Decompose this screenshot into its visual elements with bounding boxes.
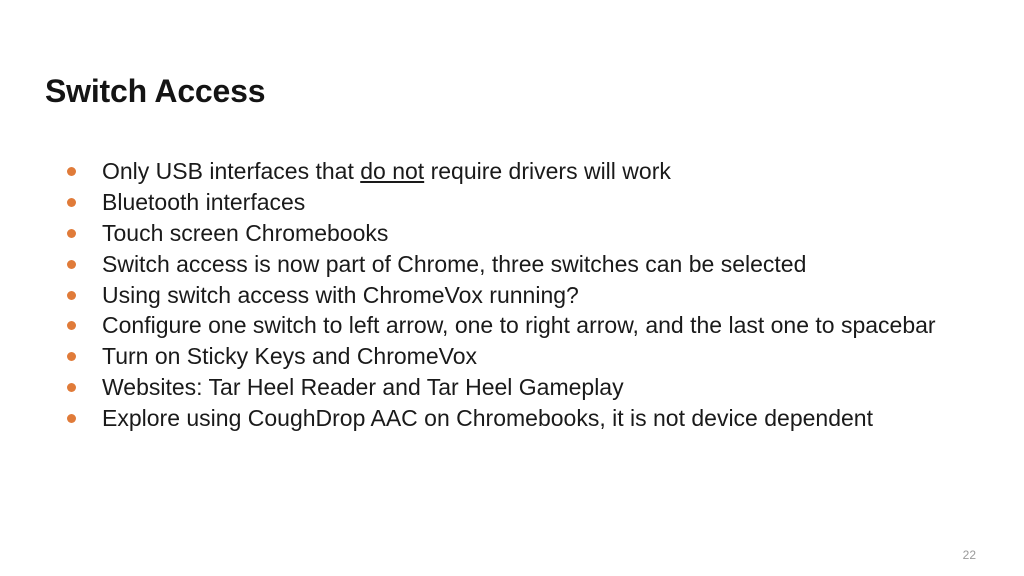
list-item-label: Bluetooth interfaces <box>102 187 993 218</box>
list-item-label: Websites: Tar Heel Reader and Tar Heel G… <box>102 372 993 403</box>
list-item: Touch screen Chromebooks <box>63 218 993 249</box>
page-title: Switch Access <box>45 73 266 110</box>
list-item: Websites: Tar Heel Reader and Tar Heel G… <box>63 372 993 403</box>
list-item: Configure one switch to left arrow, one … <box>63 310 993 341</box>
bullet-point-icon <box>67 352 76 362</box>
text-run: Switch access is now part of Chrome, thr… <box>102 250 807 277</box>
list-item: Using switch access with ChromeVox runni… <box>63 280 993 311</box>
bullet-point-icon <box>67 290 76 300</box>
text-run: Configure one switch to left arrow, one … <box>102 312 936 339</box>
presentation-slide: Switch Access Only USB interfaces that d… <box>0 0 1024 576</box>
emphasised-text: do not <box>360 158 425 184</box>
bullet-point-icon <box>67 167 76 176</box>
bullet-point-icon <box>67 321 76 331</box>
bullet-point-icon <box>67 197 76 207</box>
text-run: Using switch access with ChromeVox runni… <box>102 281 579 308</box>
text-run: Only USB interfaces that <box>102 158 361 184</box>
list-item: Switch access is now part of Chrome, thr… <box>63 249 993 280</box>
list-item: Bluetooth interfaces <box>63 187 993 218</box>
text-run: Touch screen Chromebooks <box>102 219 389 246</box>
list-item: Only USB interfaces that do not require … <box>63 156 993 187</box>
list-item-label: Configure one switch to left arrow, one … <box>102 310 993 341</box>
list-item-label: Turn on Sticky Keys and ChromeVox <box>102 341 993 372</box>
list-item-label: Switch access is now part of Chrome, thr… <box>102 249 993 280</box>
list-item-label: Using switch access with ChromeVox runni… <box>102 280 993 311</box>
bullet-point-icon <box>67 383 76 393</box>
bullet-list: Only USB interfaces that do not require … <box>63 156 993 434</box>
text-run: Websites: Tar Heel Reader and Tar Heel G… <box>102 374 624 401</box>
text-run: Turn on Sticky Keys and ChromeVox <box>102 343 477 370</box>
list-item: Turn on Sticky Keys and ChromeVox <box>63 341 993 372</box>
bullet-point-icon <box>67 228 76 238</box>
bullet-point-icon <box>67 414 76 424</box>
text-run: Bluetooth interfaces <box>102 188 306 215</box>
list-item-label: Explore using CoughDrop AAC on Chromeboo… <box>102 403 993 434</box>
list-item-label: Touch screen Chromebooks <box>102 218 993 249</box>
text-run: Explore using CoughDrop AAC on Chromeboo… <box>102 405 873 432</box>
list-item-label: Only USB interfaces that do not require … <box>102 156 993 187</box>
slide-number: 22 <box>962 548 976 562</box>
list-item: Explore using CoughDrop AAC on Chromeboo… <box>63 403 993 434</box>
text-run: require drivers will work <box>424 158 671 184</box>
bullet-point-icon <box>67 259 76 269</box>
